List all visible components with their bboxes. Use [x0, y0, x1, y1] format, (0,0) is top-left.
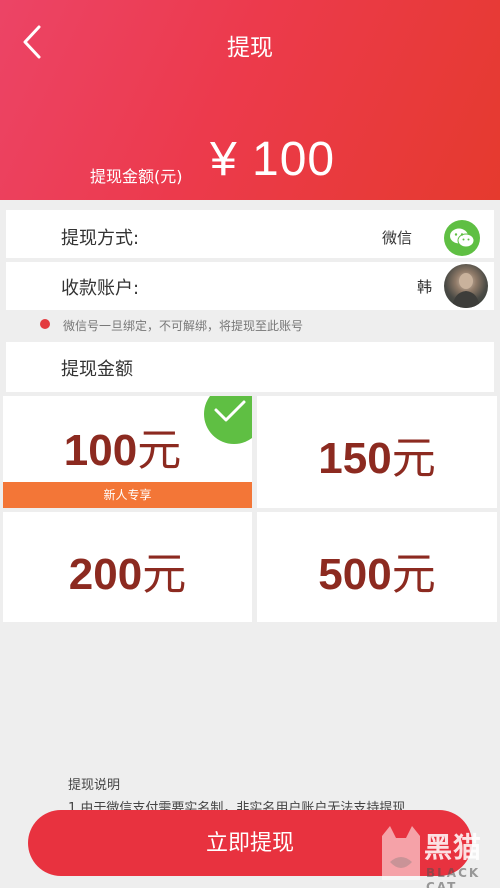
avatar[interactable] [444, 264, 488, 308]
account-row[interactable]: 收款账户: 韩 [6, 262, 494, 310]
option-amount-unit: 元 [391, 550, 436, 599]
black-cat-logo-icon [382, 826, 420, 880]
notice-dot [40, 319, 50, 329]
method-value: 微信 [381, 229, 412, 247]
account-name: 韩 [416, 278, 432, 296]
notice-text: 微信号一旦绑定，不可解绑，将提现至此账号 [63, 319, 304, 333]
page-title: 提现 [227, 35, 273, 61]
amount-value: ¥ 100 [210, 133, 336, 186]
watermark-en: BLACK CAT [426, 866, 481, 888]
option-500[interactable]: 500元 [257, 512, 497, 622]
watermark-cn: 黑猫 [424, 831, 483, 864]
amount-label: 提现金额(元) [90, 167, 183, 186]
option-amount-value: 500 [318, 550, 392, 599]
wechat-bubbles-icon [450, 228, 475, 248]
avatar-person-icon [452, 273, 480, 308]
option-amount: 200元 [3, 538, 252, 602]
amount-section: 提现金额 [6, 342, 494, 392]
option-200[interactable]: 200元 [3, 512, 252, 622]
method-row[interactable]: 提现方式: 微信 [6, 210, 494, 258]
option-150[interactable]: 150元 [257, 396, 497, 508]
amount-section-title: 提现金额 [61, 359, 133, 380]
option-amount-unit: 元 [142, 550, 187, 599]
option-amount: 500元 [257, 538, 497, 602]
option-amount-unit: 元 [137, 426, 182, 475]
option-100[interactable]: 100元 新人专享 [3, 396, 252, 508]
new-user-tag: 新人专享 [3, 482, 252, 508]
option-amount-value: 150 [318, 434, 392, 483]
header: 提现 提现金额(元) ¥ 100 [0, 0, 500, 200]
option-amount-value: 100 [63, 426, 138, 475]
explain-title: 提现说明 [68, 778, 121, 793]
method-label: 提现方式: [61, 228, 140, 249]
option-amount-unit: 元 [391, 434, 436, 483]
notice: 微信号一旦绑定，不可解绑，将提现至此账号 [0, 312, 500, 338]
wechat-icon[interactable] [444, 220, 480, 256]
option-amount-value: 200 [68, 550, 143, 599]
option-amount: 150元 [257, 422, 497, 486]
account-label: 收款账户: [61, 278, 140, 299]
selected-check-icon [204, 396, 252, 444]
watermark: 黑猫 BLACK CAT [376, 822, 500, 888]
